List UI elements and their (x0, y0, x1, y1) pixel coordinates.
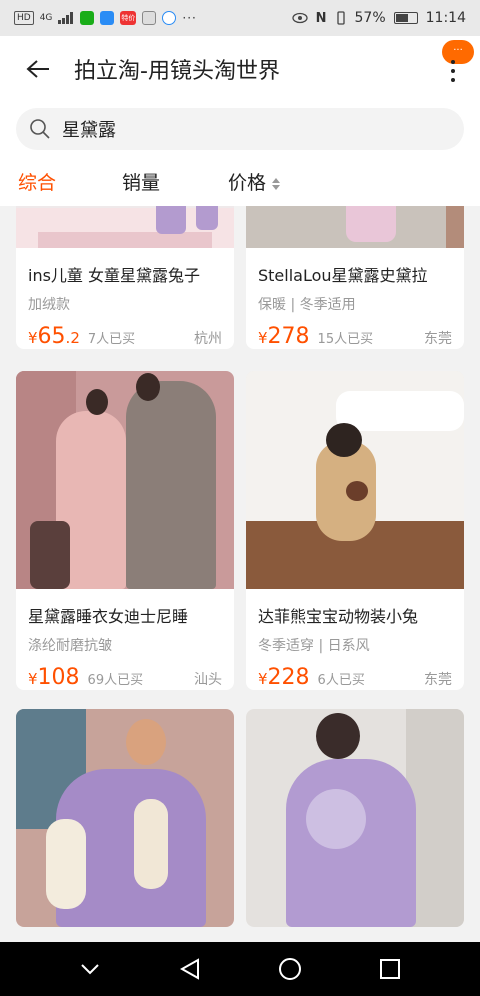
product-name: ins儿童 女童星黛露兔子 (28, 266, 201, 285)
product-location: 杭州 (194, 331, 222, 347)
page-title: 拍立淘-用镜头淘世界 (74, 59, 280, 84)
app-header: 拍立淘-用镜头淘世界 ··· (0, 36, 480, 102)
sold-count: 7人已买 (87, 332, 136, 347)
battery-icon (393, 12, 418, 24)
product-location: 东莞 (424, 331, 452, 347)
product-image (16, 206, 234, 248)
price-row: ¥278 15人已买 东莞 (258, 324, 452, 349)
product-image (246, 206, 464, 248)
back-arrow-icon (26, 60, 49, 78)
product-tags: 冬季适穿 | 日系风 (258, 638, 370, 654)
nfc-icon: N (315, 10, 327, 26)
back-button[interactable] (20, 51, 56, 87)
price-row: ¥65.2 7人已买 杭州 (28, 324, 222, 349)
more-notifications-icon: ··· (182, 11, 197, 25)
product-tags: 涤纶耐磨抗皱 (28, 638, 112, 654)
nav-recents-button[interactable] (370, 949, 410, 989)
product-name: 达菲熊宝宝动物装小兔 (258, 607, 419, 626)
more-dot-icon (451, 69, 455, 73)
system-nav-bar (0, 942, 480, 996)
nav-back-button[interactable] (170, 949, 210, 989)
clock: 11:14 (425, 10, 466, 26)
sort-tabs: 综合 销量 价格 (0, 160, 480, 206)
tab-price[interactable]: 价格 (228, 168, 281, 195)
product-price: ¥228 (258, 665, 310, 690)
price-row: ¥228 6人已买 东莞 (258, 665, 452, 690)
sale-app-icon: 特价 (120, 11, 137, 25)
product-location: 汕头 (194, 672, 222, 688)
product-image (16, 371, 234, 589)
tab-price-label: 价格 (228, 172, 267, 194)
product-image (16, 709, 234, 927)
product-price: ¥108 (28, 665, 80, 690)
triangle-back-icon (180, 958, 199, 980)
search-icon (30, 119, 50, 139)
recents-square-icon (380, 959, 400, 979)
status-bar: HD 4G 特价 ··· N 57% 11:14 (0, 0, 480, 36)
product-name: 星黛露睡衣女迪士尼睡 (28, 607, 189, 626)
product-card[interactable]: 星黛露睡衣女迪士尼睡 涤纶耐磨抗皱 ¥108 69人已买 汕头 (16, 371, 234, 690)
nav-hide-button[interactable] (70, 949, 110, 989)
product-name: StellaLou星黛露史黛拉 (258, 266, 428, 285)
home-circle-icon (279, 958, 301, 980)
status-left: HD 4G 特价 ··· (14, 11, 197, 25)
search-section (0, 102, 480, 160)
more-menu-button[interactable] (446, 56, 460, 86)
more-dot-icon (451, 60, 455, 64)
product-card[interactable]: ins儿童 女童星黛露兔子 加绒款 ¥65.2 7人已买 杭州 (16, 206, 234, 349)
product-price: ¥278 (258, 324, 310, 349)
message-icon (162, 11, 177, 25)
product-card[interactable] (16, 709, 234, 927)
wechat-icon (80, 11, 95, 25)
search-input[interactable] (62, 118, 422, 140)
product-image (246, 371, 464, 589)
signal-icon (58, 12, 74, 24)
product-grid: ins儿童 女童星黛露兔子 加绒款 ¥65.2 7人已买 杭州 StellaLo… (0, 206, 480, 942)
product-tags: 加绒款 (28, 297, 70, 313)
product-card[interactable] (246, 709, 464, 927)
vibrate-icon (336, 11, 345, 25)
search-bar[interactable] (16, 108, 464, 150)
product-location: 东莞 (424, 672, 452, 688)
status-right: N 57% 11:14 (291, 10, 466, 26)
tab-comprehensive[interactable]: 综合 (18, 168, 56, 195)
eye-icon (291, 12, 308, 24)
battery-percent: 57% (354, 10, 386, 26)
network-badge: HD (14, 11, 34, 25)
product-card[interactable]: 达菲熊宝宝动物装小兔 冬季适穿 | 日系风 ¥228 6人已买 东莞 (246, 371, 464, 690)
product-price: ¥65.2 (28, 324, 80, 349)
app-icon (100, 11, 115, 25)
nav-home-button[interactable] (270, 949, 310, 989)
sold-count: 15人已买 (317, 332, 374, 347)
sort-arrows-icon (272, 177, 281, 191)
more-dot-icon (451, 78, 455, 82)
chat-icon (142, 11, 157, 25)
tab-sales[interactable]: 销量 (122, 168, 160, 195)
chevron-down-icon (81, 964, 99, 975)
product-image (246, 709, 464, 927)
signal-label: 4G (39, 13, 53, 23)
product-card[interactable]: StellaLou星黛露史黛拉 保暖 | 冬季适用 ¥278 15人已买 东莞 (246, 206, 464, 349)
sold-count: 69人已买 (87, 673, 144, 688)
product-tags: 保暖 | 冬季适用 (258, 297, 356, 313)
sold-count: 6人已买 (317, 673, 365, 688)
price-row: ¥108 69人已买 汕头 (28, 665, 222, 690)
